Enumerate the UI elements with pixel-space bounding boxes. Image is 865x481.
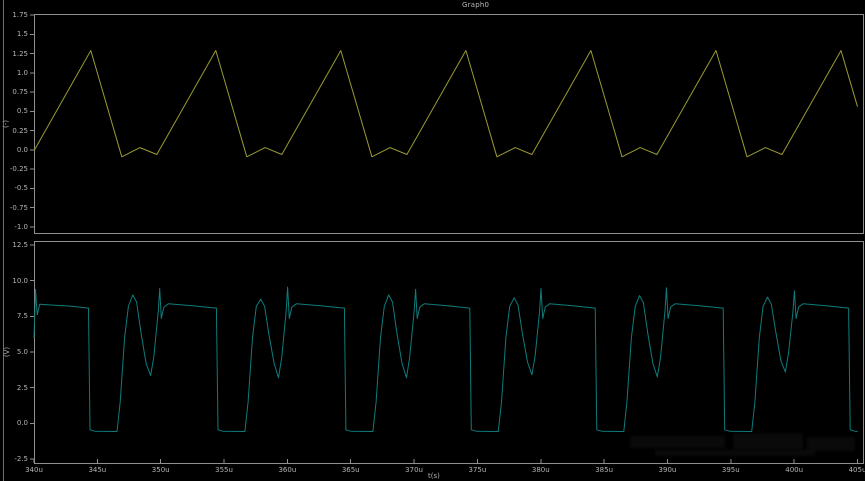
x-tick-label: 365u	[342, 466, 360, 474]
y-tick-label: -0.75	[0, 204, 28, 212]
x-tick-label: 345u	[88, 466, 106, 474]
x-tick-label: 340u	[25, 466, 43, 474]
y-tick-label: 12.5	[0, 241, 28, 249]
y-tick-label: 2.5	[0, 384, 28, 392]
y-tick-label: -0.5	[0, 184, 28, 192]
x-axis-label: t(s)	[428, 472, 440, 480]
y-tick-label: 0.0	[0, 146, 28, 154]
y-tick-label: 0.75	[0, 88, 28, 96]
y-tick-label: 7.5	[0, 312, 28, 320]
y-tick-label: 1.0	[0, 69, 28, 77]
waveform-bottom	[34, 287, 858, 431]
y-tick-label: 0.25	[0, 127, 28, 135]
y-tick-label: -1.0	[0, 223, 28, 231]
plots-canvas[interactable]	[0, 0, 865, 481]
y-tick-label: 10.0	[0, 277, 28, 285]
x-tick-label: 405u	[849, 466, 865, 474]
waveform-viewer-window: Graph0 (-) (V) t(s) 1.751.51.251.00.750.…	[0, 0, 865, 481]
x-tick-label: 350u	[152, 466, 170, 474]
y-tick-label: -2.5	[0, 455, 28, 463]
y-tick-label: 5.0	[0, 348, 28, 356]
y-tick-label: 1.25	[0, 50, 28, 58]
y-tick-label: -0.25	[0, 165, 28, 173]
y-tick-label: 0.0	[0, 419, 28, 427]
x-tick-label: 395u	[722, 466, 740, 474]
y-tick-label: 1.75	[0, 11, 28, 19]
y-tick-label: 1.5	[0, 30, 28, 38]
y-tick-label: 0.5	[0, 107, 28, 115]
x-tick-label: 375u	[469, 466, 487, 474]
x-tick-label: 370u	[405, 466, 423, 474]
x-tick-label: 400u	[785, 466, 803, 474]
x-tick-label: 390u	[659, 466, 677, 474]
plot-frame	[35, 15, 864, 234]
plot-frame	[35, 242, 864, 464]
x-tick-label: 360u	[278, 466, 296, 474]
x-tick-label: 385u	[595, 466, 613, 474]
x-tick-label: 380u	[532, 466, 550, 474]
waveform-top	[34, 51, 858, 157]
x-tick-label: 355u	[215, 466, 233, 474]
